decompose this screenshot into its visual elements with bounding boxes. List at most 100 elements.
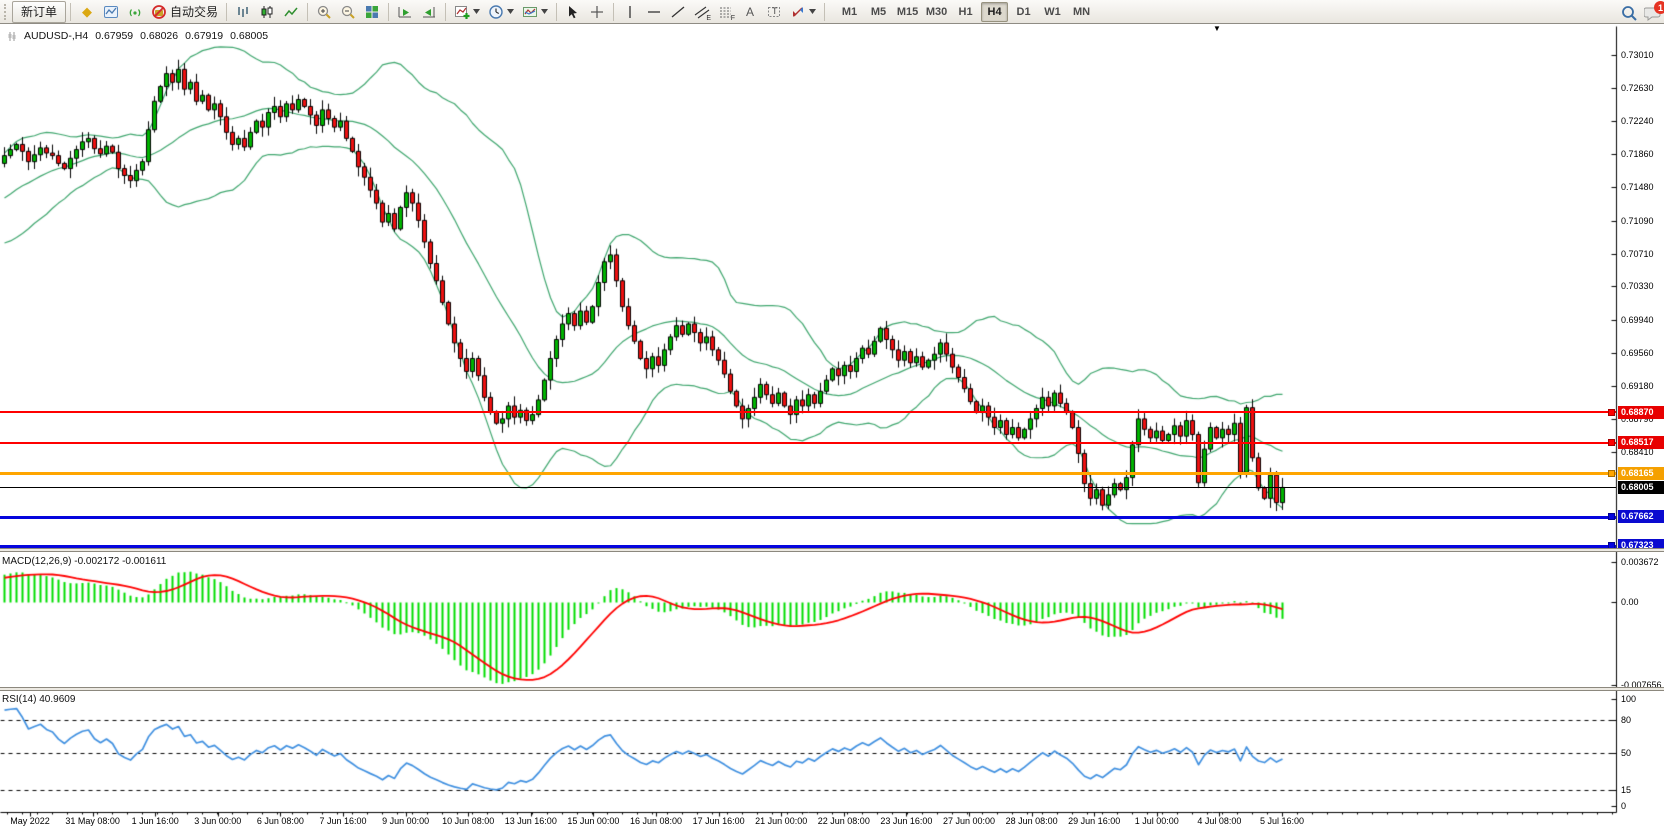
time-label: 1 Jul 00:00 [1135, 816, 1179, 826]
gold-diamond-icon: ◆ [79, 4, 95, 20]
timeframe-d1[interactable]: D1 [1010, 2, 1037, 22]
level-line-0.68517[interactable] [0, 442, 1616, 444]
crosshair-button[interactable] [585, 1, 609, 23]
cursor-arrow-icon [565, 4, 581, 20]
timeframe-m1[interactable]: M1 [836, 2, 863, 22]
time-label: May 2022 [10, 816, 50, 826]
time-label: 1 Jun 16:00 [132, 816, 179, 826]
time-label: 23 Jun 16:00 [880, 816, 932, 826]
channel-button[interactable]: E [690, 1, 714, 23]
toolbar-separator [226, 3, 227, 21]
arrows-icon [790, 4, 806, 20]
horizontal-line-button[interactable] [642, 1, 666, 23]
add-indicator-icon [454, 4, 470, 20]
price-tick-label: 0.69940 [1621, 315, 1654, 325]
mt4-terminal: { "toolbar": { "new_order": "新订单", "auto… [0, 0, 1664, 829]
macd-tick-label: 0.00 [1621, 597, 1639, 607]
timeframe-mn[interactable]: MN [1068, 2, 1095, 22]
time-label: 13 Jun 16:00 [505, 816, 557, 826]
dropdown-caret-icon [507, 4, 514, 20]
notifications-button[interactable]: 1 [1644, 4, 1660, 20]
vertical-line-icon [622, 4, 638, 20]
zoom-in-button[interactable] [312, 1, 336, 23]
toolbar-right: 1 [1620, 0, 1660, 24]
open-chart-button[interactable]: ◆ [75, 1, 99, 23]
horizontal-line-icon [646, 4, 662, 20]
price-tick-label: 0.70330 [1621, 281, 1654, 291]
indicators-button[interactable] [450, 1, 484, 23]
zoom-in-icon [316, 4, 332, 20]
price-badge-0.68870: 0.68870 [1618, 406, 1664, 419]
rsi-value: 40.9609 [39, 694, 75, 705]
bar-chart-button[interactable] [231, 1, 255, 23]
label-button[interactable]: T [762, 1, 786, 23]
price-tick-label: 0.71860 [1621, 149, 1654, 159]
level-line-handle[interactable] [1608, 409, 1615, 416]
time-label: 15 Jun 00:00 [567, 816, 619, 826]
time-label: 17 Jun 16:00 [693, 816, 745, 826]
tile-windows-icon [364, 4, 380, 20]
trendline-icon [670, 4, 686, 20]
trendline-button[interactable] [666, 1, 690, 23]
rsi-tick-label: 15 [1621, 785, 1631, 795]
signal-icon [127, 4, 143, 20]
time-label: 10 Jun 08:00 [442, 816, 494, 826]
level-line-handle[interactable] [1608, 439, 1615, 446]
pane-splitter-macd[interactable] [0, 548, 1664, 552]
search-icon[interactable] [1620, 4, 1636, 20]
templates-button[interactable] [518, 1, 552, 23]
timeframe-m15[interactable]: M15 [894, 2, 921, 22]
candlestick-chart-button[interactable] [255, 1, 279, 23]
dropdown-caret-icon [809, 4, 816, 20]
time-label: 7 Jun 16:00 [319, 816, 366, 826]
timeframe-m30[interactable]: M30 [923, 2, 950, 22]
equidistant-channel-icon: E [694, 4, 710, 20]
level-line-handle[interactable] [1608, 513, 1615, 520]
toolbar-separator [70, 3, 71, 21]
level-line-handle[interactable] [1608, 470, 1615, 477]
chart-shift-button[interactable] [417, 1, 441, 23]
line-chart-button[interactable] [279, 1, 303, 23]
chart-shift-marker[interactable]: ▼ [1213, 25, 1221, 33]
tile-windows-button[interactable] [360, 1, 384, 23]
signals-button[interactable] [123, 1, 147, 23]
toolbar-grip[interactable] [4, 4, 10, 20]
price-chart-canvas[interactable] [0, 0, 1664, 829]
text-button[interactable]: A [738, 1, 762, 23]
ohlc-open: 0.67959 [95, 30, 133, 42]
price-badge-0.68165: 0.68165 [1618, 467, 1664, 480]
level-line-0.68005[interactable] [0, 487, 1616, 488]
level-line-0.68165[interactable] [0, 472, 1616, 475]
timeframe-h1[interactable]: H1 [952, 2, 979, 22]
ohlc-low: 0.67919 [185, 30, 223, 42]
level-line-0.67662[interactable] [0, 516, 1616, 519]
cursor-button[interactable] [561, 1, 585, 23]
timeframe-m5[interactable]: M5 [865, 2, 892, 22]
price-badge-0.67662: 0.67662 [1618, 510, 1664, 523]
fibonacci-button[interactable]: F [714, 1, 738, 23]
level-line-0.68870[interactable] [0, 411, 1616, 413]
timeframe-w1[interactable]: W1 [1039, 2, 1066, 22]
price-tick-label: 0.69180 [1621, 381, 1654, 391]
timeframe-h4[interactable]: H4 [981, 2, 1008, 22]
symbol-period-label: AUDUSD-,H4 [24, 30, 88, 42]
vertical-line-button[interactable] [618, 1, 642, 23]
macd-values: -0.002172 -0.001611 [74, 556, 166, 567]
chart-shift-icon [421, 4, 437, 20]
toolbar-separator [613, 3, 614, 21]
time-label: 5 Jul 16:00 [1260, 816, 1304, 826]
autotrading-button[interactable]: 自动交易 [147, 1, 222, 23]
fibo-sub-label: F [731, 15, 735, 22]
pane-splitter-rsi[interactable] [0, 687, 1664, 691]
zoom-out-button[interactable] [336, 1, 360, 23]
market-watch-button[interactable] [99, 1, 123, 23]
price-tick-label: 0.69560 [1621, 348, 1654, 358]
auto-scroll-button[interactable] [393, 1, 417, 23]
toolbar: 新订单 ◆ 自动交易 [0, 0, 1664, 24]
price-tick-label: 0.70710 [1621, 249, 1654, 259]
periods-button[interactable] [484, 1, 518, 23]
price-badge-0.68005: 0.68005 [1618, 481, 1664, 494]
notification-badge: 1 [1654, 1, 1664, 14]
arrows-button[interactable] [786, 1, 820, 23]
new-order-button[interactable]: 新订单 [12, 1, 66, 23]
